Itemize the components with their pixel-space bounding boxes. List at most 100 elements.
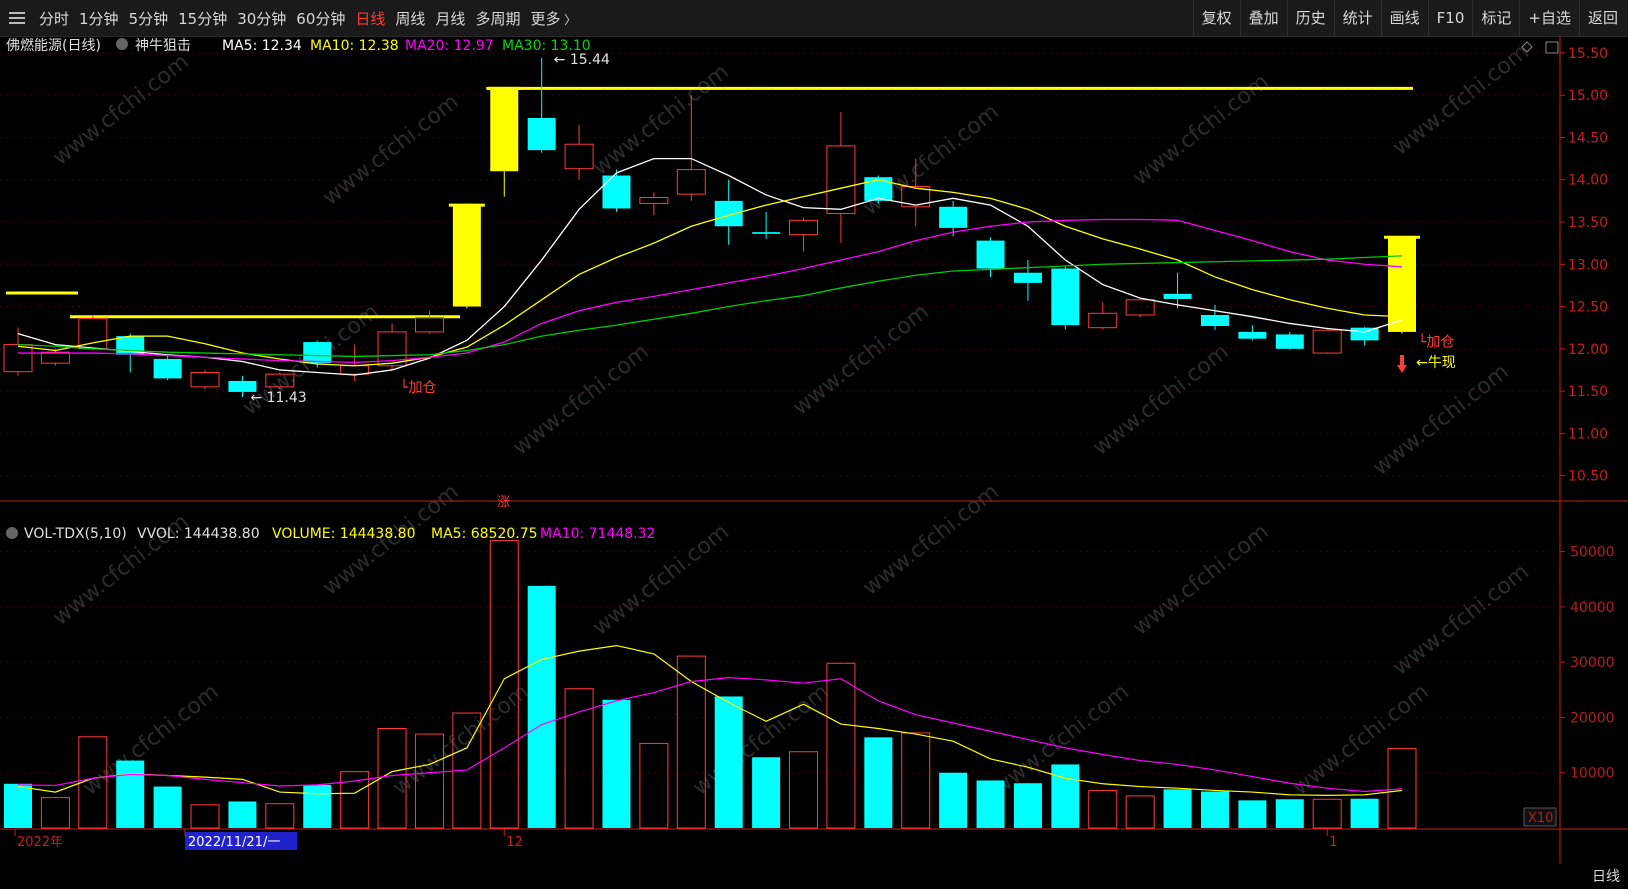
candle-up xyxy=(1312,329,1342,354)
ma-line-ma10 xyxy=(17,179,1403,367)
watermark-text: www.cfchi.com xyxy=(1368,359,1513,480)
volume-bar-up xyxy=(901,732,931,829)
vol-indicator-name[interactable]: VOL-TDX(5,10) xyxy=(24,526,127,542)
toolbar-button[interactable]: 复权 xyxy=(1192,0,1240,36)
volume-tick-label: 40000 xyxy=(1570,600,1615,616)
price-tick-label: 12.50 xyxy=(1568,300,1608,316)
toolbar-button[interactable]: 叠加 xyxy=(1239,0,1287,36)
volume-bar-down xyxy=(1013,783,1042,828)
volume-bar-up xyxy=(826,662,856,829)
period-tab[interactable]: 多周期 xyxy=(470,8,525,29)
volume-bar-up xyxy=(1387,747,1417,829)
candle-down xyxy=(714,200,743,227)
toolbar-button[interactable]: 统计 xyxy=(1333,0,1381,36)
watermark-text: www.cfchi.com xyxy=(388,679,533,800)
toolbar: 分时1分钟5分钟15分钟30分钟60分钟日线周线月线多周期更多 复权叠加历史统计… xyxy=(0,0,1628,37)
volume-bar-up xyxy=(789,751,819,829)
period-tab[interactable]: 日线 xyxy=(350,8,390,29)
watermark-text: www.cfchi.com xyxy=(1288,679,1433,800)
candle-up xyxy=(1125,299,1155,316)
ma5-label: MA5: 12.34 xyxy=(222,38,302,54)
period-indicator[interactable]: 日线 xyxy=(1592,866,1620,886)
indicator-toggle-icon[interactable] xyxy=(116,38,128,50)
watermark-text: www.cfchi.com xyxy=(508,339,653,460)
period-tab[interactable]: 15分钟 xyxy=(173,8,232,29)
volume-bar-down xyxy=(4,783,32,828)
toolbar-actions: 复权 叠加 历史 统计 画线 F10 标记 +自选 返回 xyxy=(1192,0,1626,36)
volume-bar-down xyxy=(752,757,781,828)
toolbar-button[interactable]: 返回 xyxy=(1578,0,1626,36)
volume-bar-up xyxy=(1125,795,1155,829)
signal-candle xyxy=(490,88,519,172)
period-tab[interactable]: 5分钟 xyxy=(124,8,174,29)
ma20-label: MA20: 12.97 xyxy=(405,38,494,54)
candle-up xyxy=(564,143,594,170)
candle-up xyxy=(1088,312,1118,329)
candle-up xyxy=(414,317,444,333)
candle-up xyxy=(190,371,220,388)
volume-bar-down xyxy=(303,784,332,828)
volume-bar-down xyxy=(527,585,556,828)
toolbar-button[interactable]: F10 xyxy=(1427,0,1473,36)
watermark-text: www.cfchi.com xyxy=(1128,519,1273,640)
period-tab[interactable]: 更多 xyxy=(525,8,581,29)
period-tab[interactable]: 60分钟 xyxy=(291,8,350,29)
toolbar-button[interactable]: 标记 xyxy=(1472,0,1519,36)
volume-label: VOLUME: 144438.80 xyxy=(272,526,416,542)
x-tick-label: 2022年 xyxy=(17,835,63,850)
volume-unit-label: X10 xyxy=(1528,811,1553,826)
candle-down xyxy=(752,232,781,234)
stock-chart: www.cfchi.com www.cfchi.com www.cfchi.com w… xyxy=(0,36,1628,864)
period-tab[interactable]: 月线 xyxy=(430,8,470,29)
vvol-label: VVOL: 144438.80 xyxy=(137,526,260,542)
vol-ma5-label: MA5: 68520.75 xyxy=(431,526,538,542)
period-tab[interactable]: 周线 xyxy=(390,8,430,29)
candle-down xyxy=(153,358,182,379)
candle-up xyxy=(639,196,669,204)
menu-icon[interactable] xyxy=(6,7,28,29)
volume-bar-up xyxy=(265,803,295,829)
volume-bar-up xyxy=(190,804,220,829)
price-tick-label: 12.00 xyxy=(1568,342,1608,358)
vol-ma10-label: MA10: 71448.32 xyxy=(540,526,655,542)
candle-down xyxy=(1013,272,1042,283)
volume-bar-down xyxy=(1350,798,1379,828)
stock-title: 佛燃能源(日线) xyxy=(6,37,101,54)
volume-bar-up xyxy=(639,742,669,829)
candle-down xyxy=(1051,268,1080,326)
high-price-label: ← 15.44 xyxy=(554,52,610,68)
period-tab[interactable]: 30分钟 xyxy=(232,8,291,29)
ma-line-ma5 xyxy=(17,157,1403,376)
price-tick-label: 15.00 xyxy=(1568,88,1608,104)
ma-line-ma20 xyxy=(18,218,1403,363)
indicator-name[interactable]: 神牛狙击 xyxy=(135,38,191,54)
toolbar-button[interactable]: 画线 xyxy=(1380,0,1428,36)
volume-bar-down xyxy=(864,737,893,828)
panel-icon[interactable] xyxy=(1545,41,1559,54)
candle-down xyxy=(864,177,893,201)
watermark-text: www.cfchi.com xyxy=(318,89,463,210)
toolbar-button[interactable]: 历史 xyxy=(1286,0,1334,36)
price-tick-label: 14.00 xyxy=(1568,173,1608,189)
candle-down xyxy=(1238,331,1267,339)
watermark-text: www.cfchi.com xyxy=(48,49,193,170)
price-tick-label: 15.50 xyxy=(1568,46,1608,62)
period-tab[interactable]: 1分钟 xyxy=(74,8,124,29)
price-tick-label: 11.00 xyxy=(1568,426,1608,442)
ma10-label: MA10: 12.38 xyxy=(310,38,399,54)
toolbar-button[interactable]: +自选 xyxy=(1519,0,1579,36)
vol-toggle-icon[interactable] xyxy=(6,527,18,539)
x-tick-label: 2022/11/21/一 xyxy=(188,835,280,850)
watermark-text: www.cfchi.com xyxy=(1088,339,1233,460)
volume-tick-label: 30000 xyxy=(1570,655,1615,671)
volume-bar-down xyxy=(1275,799,1304,828)
period-tab[interactable]: 分时 xyxy=(34,8,74,29)
volume-tick-label: 50000 xyxy=(1570,545,1615,561)
x-tick-label: 1 xyxy=(1329,835,1337,850)
ma30-label: MA30: 13.10 xyxy=(502,38,591,54)
signal-candle xyxy=(452,205,481,307)
candle-up xyxy=(340,365,370,375)
volume-tick-label: 10000 xyxy=(1570,766,1615,782)
volume-bar-down xyxy=(1163,789,1192,828)
candle-down xyxy=(1275,334,1304,349)
